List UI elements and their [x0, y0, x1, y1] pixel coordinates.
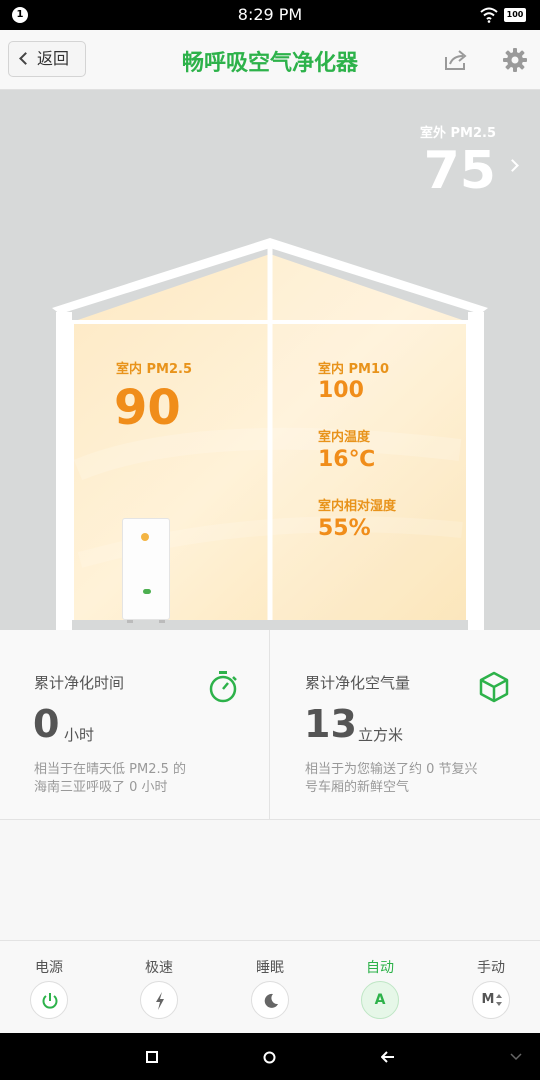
- indoor-humidity-value: 55%: [318, 516, 371, 541]
- power-icon: [42, 993, 58, 1009]
- power-control[interactable]: 电源: [19, 941, 79, 1034]
- purifier-foot: [127, 620, 133, 623]
- home-icon[interactable]: [263, 1051, 276, 1064]
- moon-icon: [264, 993, 278, 1008]
- turbo-control[interactable]: 极速: [129, 941, 189, 1034]
- outdoor-pm25-value[interactable]: 75: [424, 142, 496, 200]
- wifi-icon: [480, 7, 498, 23]
- indoor-pm25-label: 室内 PM2.5: [116, 362, 193, 377]
- back-nav-icon[interactable]: [381, 1051, 395, 1063]
- purify-time-value: 0: [33, 702, 60, 746]
- indicator-light: [141, 533, 149, 541]
- divider: [269, 630, 270, 820]
- indoor-temp-value: 16℃: [318, 447, 376, 472]
- purify-time-unit: 小时: [64, 726, 95, 744]
- purify-air-desc-1: 相当于为您输送了约 0 节复兴: [305, 762, 478, 777]
- power-button[interactable]: [30, 981, 68, 1019]
- outdoor-pm25-label: 室外 PM2.5: [419, 126, 496, 141]
- sleep-label: 睡眠: [256, 960, 284, 976]
- leaf-icon: [143, 589, 151, 594]
- indoor-pm10-value: 100: [318, 378, 364, 403]
- purify-time-title: 累计净化时间: [34, 674, 125, 692]
- app-bar: 返回 畅呼吸空气净化器: [0, 30, 540, 90]
- purify-air-unit: 立方米: [358, 726, 404, 744]
- status-bar: 1 8:29 PM 100: [0, 0, 540, 30]
- purify-air-value: 13: [304, 702, 357, 746]
- manual-icon: M: [481, 992, 495, 1007]
- sleep-control[interactable]: 睡眠: [240, 941, 300, 1034]
- indoor-pm10-label: 室内 PM10: [318, 362, 390, 377]
- auto-control[interactable]: 自动 A: [350, 941, 410, 1034]
- manual-button[interactable]: M: [472, 981, 510, 1019]
- mode-controls: 电源 极速 睡眠 自动 A 手动 M: [0, 940, 540, 1033]
- indoor-humidity-label: 室内相对湿度: [318, 499, 397, 514]
- power-label: 电源: [35, 960, 63, 976]
- updown-arrow-icon: [496, 994, 502, 1006]
- sleep-button[interactable]: [251, 981, 289, 1019]
- purify-time-desc-2: 海南三亚呼吸了 0 小时: [34, 780, 168, 795]
- auto-label: 自动: [366, 960, 394, 976]
- auto-icon: A: [374, 992, 386, 1008]
- indoor-pm25-value: 90: [114, 380, 181, 436]
- gear-icon[interactable]: [502, 47, 528, 73]
- manual-label: 手动: [477, 960, 505, 976]
- turbo-label: 极速: [145, 960, 173, 976]
- purifier-foot: [159, 620, 165, 623]
- system-nav-bar: [0, 1033, 540, 1080]
- status-time: 8:29 PM: [237, 5, 303, 24]
- lightning-icon: [156, 992, 164, 1010]
- chevron-down-icon[interactable]: [510, 1053, 522, 1061]
- recents-icon[interactable]: [146, 1051, 158, 1063]
- stopwatch-icon: [209, 671, 237, 703]
- battery-icon: 100: [504, 8, 526, 22]
- stats-panel: 累计净化时间 0 小时 相当于在晴天低 PM2.5 的 海南三亚呼吸了 0 小时…: [0, 630, 540, 820]
- purify-air-desc-2: 号车厢的新鲜空气: [305, 780, 410, 795]
- manual-control[interactable]: 手动 M: [461, 941, 521, 1034]
- indoor-temp-label: 室内温度: [318, 430, 371, 445]
- purifier-device-illustration: [122, 518, 170, 623]
- auto-button[interactable]: A: [361, 981, 399, 1019]
- turbo-button[interactable]: [140, 981, 178, 1019]
- share-icon[interactable]: [443, 47, 469, 73]
- purify-time-desc-1: 相当于在晴天低 PM2.5 的: [34, 762, 186, 777]
- air-quality-hero: 室外 PM2.5 75 室内 PM2.5 90 室内 PM10 100 室内温度…: [0, 90, 540, 630]
- cube-icon: [479, 671, 509, 703]
- purify-air-title: 累计净化空气量: [305, 674, 411, 692]
